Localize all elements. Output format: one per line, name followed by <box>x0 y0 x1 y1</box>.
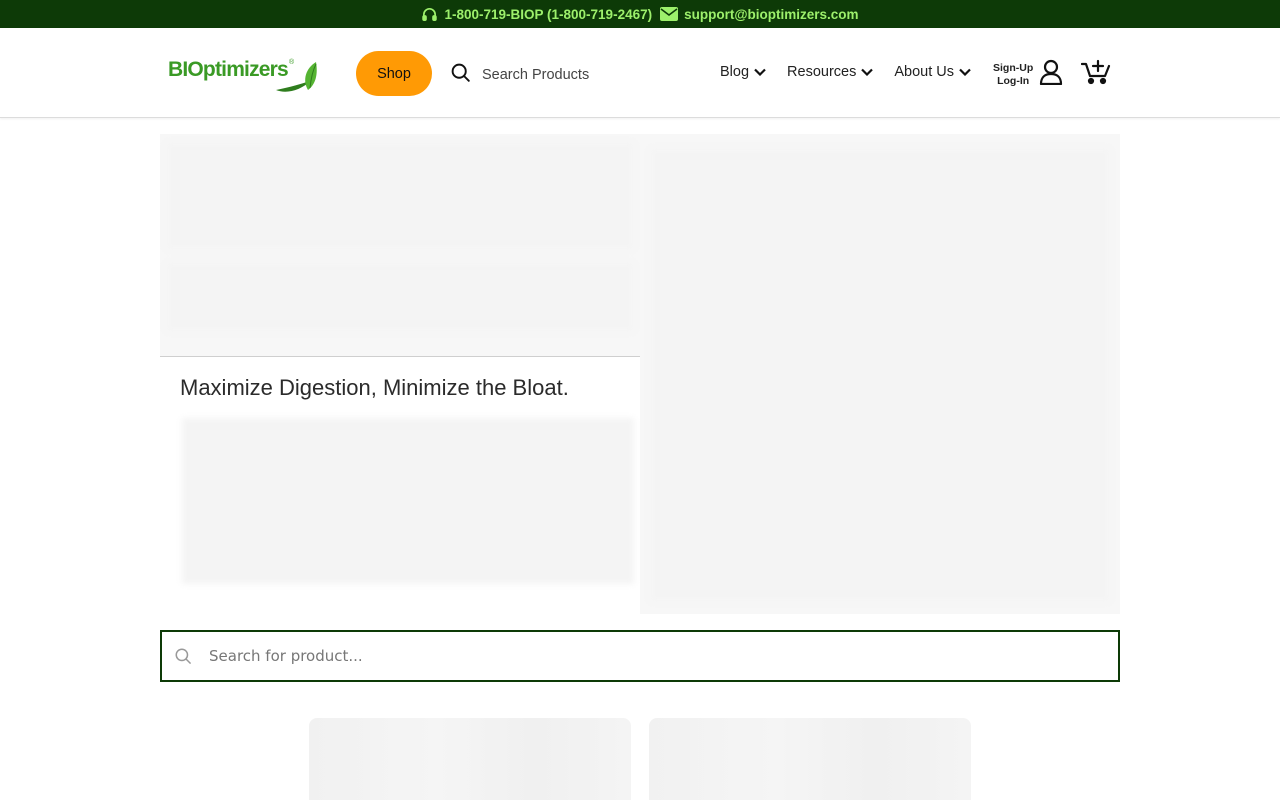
header-search[interactable]: Search Products <box>450 62 589 88</box>
nav-label-blog: Blog <box>720 64 750 80</box>
main-nav: Blog Resources About Us <box>720 64 992 80</box>
account-text: Sign-Up Log-In <box>993 62 1033 88</box>
site-logo[interactable]: BIOptimizers ® <box>168 58 317 92</box>
search-products-label: Search Products <box>482 67 590 83</box>
login-label: Log-In <box>997 74 1030 87</box>
user-icon <box>1039 59 1063 90</box>
site-header: BIOptimizers ® Shop Search Products Blog <box>0 28 1280 118</box>
product-card-skeleton <box>309 718 631 800</box>
nav-label-resources: Resources <box>787 64 857 80</box>
cart-button[interactable] <box>1080 59 1111 90</box>
logo-text: BIOptimizers <box>168 58 289 81</box>
product-search-bar <box>160 630 1120 682</box>
hero-left-skeleton-top <box>166 142 634 250</box>
email-address: support@bioptimizers.com <box>684 6 859 22</box>
phone-link[interactable]: 1-800-719-BIOP (1-800-719-2467) <box>421 6 652 23</box>
nav-label-about-us: About Us <box>894 64 954 80</box>
hero-left-skeleton-bottom <box>166 262 634 332</box>
chevron-down-icon <box>754 64 766 80</box>
hero-image-skeleton <box>650 148 1110 602</box>
email-link[interactable]: support@bioptimizers.com <box>660 6 859 22</box>
cart-add-icon <box>1080 59 1111 89</box>
account-link[interactable]: Sign-Up Log-In <box>993 59 1063 90</box>
product-card-skeleton <box>649 718 971 800</box>
headset-icon <box>421 6 438 23</box>
phone-number: 1-800-719-BIOP (1-800-719-2467) <box>444 6 653 22</box>
chevron-down-icon <box>861 64 874 80</box>
product-search-input[interactable] <box>209 644 1089 668</box>
top-info-bar: 1-800-719-BIOP (1-800-719-2467) support@… <box>0 0 1280 28</box>
search-icon <box>174 647 192 670</box>
hero-description-skeleton <box>182 418 634 584</box>
leaf-icon <box>272 60 318 99</box>
page-headline: Maximize Digestion, Minimize the Bloat. <box>180 375 569 400</box>
envelope-icon <box>660 7 679 21</box>
chevron-down-icon <box>959 64 971 80</box>
signup-label: Sign-Up <box>993 61 1034 74</box>
nav-item-resources[interactable]: Resources <box>787 64 874 80</box>
shop-button[interactable]: Shop <box>356 51 432 96</box>
nav-item-blog[interactable]: Blog <box>720 64 766 80</box>
search-icon <box>450 62 471 88</box>
nav-item-about-us[interactable]: About Us <box>894 64 971 80</box>
section-divider <box>160 356 640 357</box>
